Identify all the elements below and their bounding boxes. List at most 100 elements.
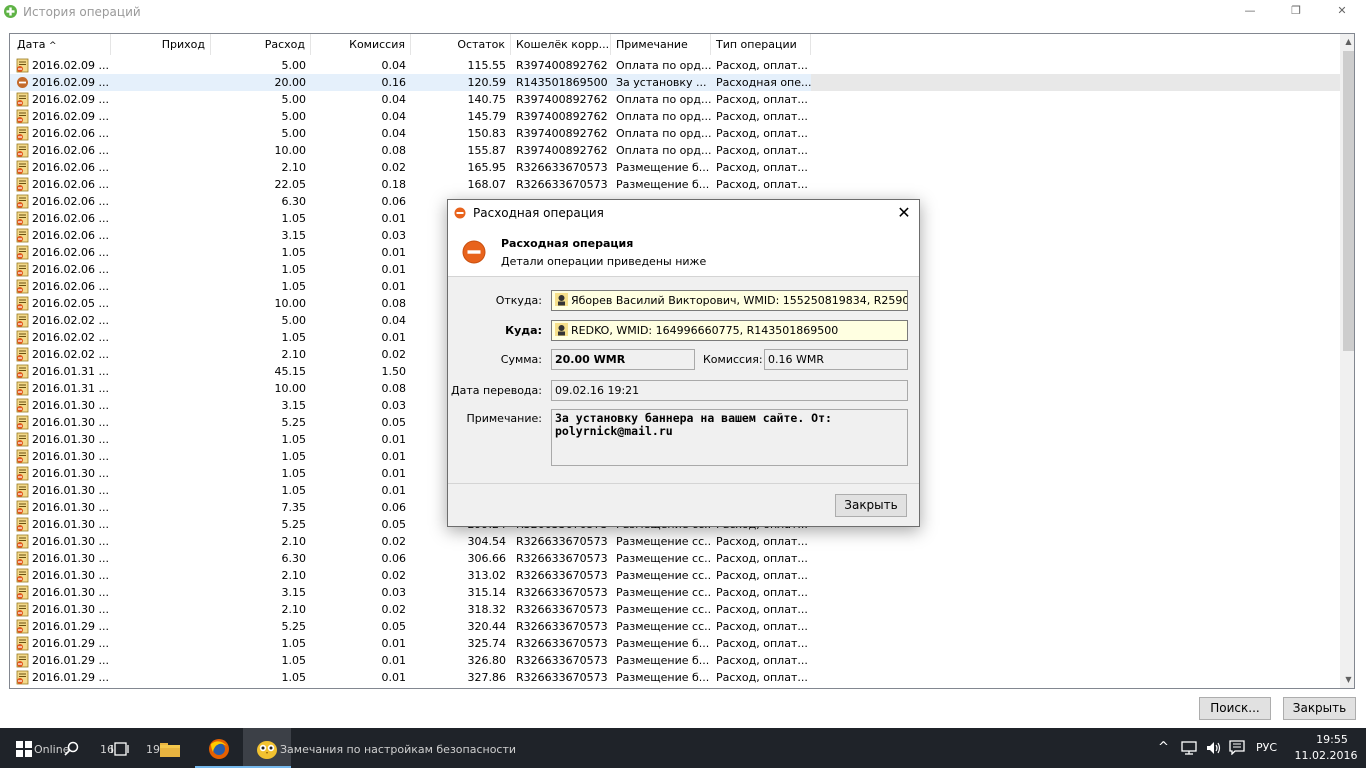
- cell-date: 2016.02.06 ...: [32, 195, 109, 208]
- cell-in: [111, 74, 211, 91]
- table-row[interactable]: 2016.01.30 ... 2.10 0.02 318.32 R32663367057…: [10, 601, 1340, 618]
- column-header-type[interactable]: Тип операции: [711, 34, 811, 55]
- volume-icon[interactable]: [1206, 741, 1222, 755]
- note-field[interactable]: За установку баннера на вашем сайте. От:…: [551, 409, 908, 466]
- cell-note: Оплата по орд...: [616, 127, 711, 140]
- cell-fee: 0.05: [381, 620, 407, 633]
- cell-note: Оплата по орд...: [616, 144, 711, 157]
- sum-field[interactable]: 20.00 WMR: [551, 349, 695, 370]
- column-header-balance[interactable]: Остаток: [411, 34, 511, 55]
- transfer-date-field[interactable]: 09.02.16 19:21: [551, 380, 908, 401]
- fee-field[interactable]: 0.16 WMR: [764, 349, 908, 370]
- cell-in: [111, 567, 211, 584]
- cell-type: Расход, оплат...: [716, 110, 808, 123]
- cell-type: Расход, оплат...: [716, 586, 808, 599]
- cell-purse: R326633670573: [516, 586, 608, 599]
- windows-logo-icon: [16, 740, 32, 757]
- cell-bal: 325.74: [467, 637, 507, 650]
- window-close-button[interactable]: ✕: [1319, 0, 1365, 24]
- cell-fee: 0.04: [381, 127, 407, 140]
- scroll-thumb[interactable]: [1343, 51, 1354, 351]
- table-row[interactable]: 2016.02.09 ... 5.00 0.04 115.55 R39740089276…: [10, 57, 1340, 74]
- table-row[interactable]: 2016.01.29 ... 1.05 0.01 327.86 R32663367057…: [10, 669, 1340, 686]
- cell-out: 3.15: [281, 229, 307, 242]
- cell-note: Размещение сс...: [616, 552, 711, 565]
- cell-fee: 0.03: [381, 229, 407, 242]
- cell-purse: R397400892762: [516, 110, 608, 123]
- table-row[interactable]: 2016.01.30 ... 2.10 0.02 313.02 R32663367057…: [10, 567, 1340, 584]
- table-row[interactable]: 2016.01.29 ... 5.25 0.05 320.44 R32663367057…: [10, 618, 1340, 635]
- action-center-icon[interactable]: [1229, 740, 1245, 755]
- cell-purse: R397400892762: [516, 127, 608, 140]
- column-header-expense[interactable]: Расход: [211, 34, 311, 55]
- vertical-scrollbar[interactable]: ▲ ▼: [1340, 34, 1354, 688]
- table-row[interactable]: 2016.01.29 ... 1.05 0.01 326.80 R32663367057…: [10, 652, 1340, 669]
- cell-date: 2016.02.06 ...: [32, 144, 109, 157]
- cell-type: Расход, оплат...: [716, 620, 808, 633]
- cell-in: [111, 516, 211, 533]
- table-row[interactable]: 2016.02.09 ... 5.00 0.04 140.75 R39740089276…: [10, 91, 1340, 108]
- cell-fee: 0.02: [381, 535, 407, 548]
- column-header-fee[interactable]: Комиссия: [311, 34, 411, 55]
- dialog-close-button[interactable]: Закрыть: [835, 494, 907, 517]
- dialog-close-icon[interactable]: ✕: [894, 203, 914, 223]
- scroll-up-arrow-icon[interactable]: ▲: [1341, 34, 1354, 50]
- task-view-button[interactable]: [96, 728, 144, 768]
- cell-date: 2016.02.06 ...: [32, 212, 109, 225]
- cell-note: Размещение б...: [616, 637, 710, 650]
- table-row-selected[interactable]: 2016.02.09 ... 20.00 0.16 120.59 R1435018695…: [10, 74, 1340, 91]
- cell-out: 20.00: [274, 76, 307, 89]
- table-row[interactable]: 2016.01.29 ... 1.05 0.01 325.74 R32663367057…: [10, 635, 1340, 652]
- cell-bal: 145.79: [467, 110, 507, 123]
- firefox-button[interactable]: [195, 728, 243, 768]
- close-button[interactable]: Закрыть: [1283, 697, 1356, 720]
- table-row[interactable]: 2016.02.06 ... 10.00 0.08 155.87 R3974008927…: [10, 142, 1340, 159]
- cell-date: 2016.02.06 ...: [32, 246, 109, 259]
- cell-in: [111, 193, 211, 210]
- from-label: Откуда:: [495, 294, 542, 307]
- cell-in: [111, 125, 211, 142]
- table-row[interactable]: 2016.02.06 ... 5.00 0.04 150.83 R39740089276…: [10, 125, 1340, 142]
- table-row[interactable]: 2016.02.06 ... 22.05 0.18 168.07 R3266336705…: [10, 176, 1340, 193]
- table-row[interactable]: 2016.01.30 ... 6.30 0.06 306.66 R32663367057…: [10, 550, 1340, 567]
- column-header-date[interactable]: Дата ^: [10, 34, 111, 55]
- cell-date: 2016.02.09 ...: [32, 59, 109, 72]
- cell-date: 2016.02.02 ...: [32, 331, 109, 344]
- from-field[interactable]: Яборев Василий Викторович, WMID: 1552508…: [551, 290, 908, 311]
- table-row[interactable]: 2016.01.30 ... 3.15 0.03 315.14 R32663367057…: [10, 584, 1340, 601]
- search-taskbar-button[interactable]: [48, 728, 96, 768]
- to-field[interactable]: REDKO, WMID: 164996660775, R143501869500: [551, 320, 908, 341]
- tray-chevron-up-icon[interactable]: ^: [1158, 740, 1169, 755]
- file-explorer-button[interactable]: [146, 728, 194, 768]
- cell-in: [111, 584, 211, 601]
- user-icon: [555, 293, 568, 306]
- table-row[interactable]: 2016.02.09 ... 5.00 0.04 145.79 R39740089276…: [10, 108, 1340, 125]
- scroll-down-arrow-icon[interactable]: ▼: [1341, 672, 1354, 688]
- cell-purse: R326633670573: [516, 535, 608, 548]
- table-row[interactable]: 2016.01.30 ... 2.10 0.02 304.54 R32663367057…: [10, 533, 1340, 550]
- cell-bal: 120.59: [467, 76, 507, 89]
- clock-time[interactable]: 19:55: [1300, 733, 1364, 746]
- table-row[interactable]: 2016.02.06 ... 2.10 0.02 165.95 R32663367057…: [10, 159, 1340, 176]
- cell-date: 2016.02.06 ...: [32, 229, 109, 242]
- column-header-note[interactable]: Примечание: [611, 34, 711, 55]
- cell-fee: 0.01: [381, 331, 407, 344]
- dialog-header-title: Расходная операция: [501, 237, 634, 250]
- maximize-button[interactable]: ❐: [1273, 0, 1319, 24]
- search-button[interactable]: Поиск...: [1199, 697, 1271, 720]
- cell-type: Расход, оплат...: [716, 654, 808, 667]
- cell-fee: 0.04: [381, 59, 407, 72]
- column-header-income[interactable]: Приход: [111, 34, 211, 55]
- input-language-indicator[interactable]: РУС: [1256, 741, 1277, 754]
- minimize-button[interactable]: —: [1227, 0, 1273, 24]
- cell-out: 5.00: [281, 127, 307, 140]
- cell-fee: 0.01: [381, 212, 407, 225]
- column-header-purse[interactable]: Кошелёк корр...: [511, 34, 611, 55]
- network-icon[interactable]: [1181, 741, 1197, 755]
- cell-date: 2016.02.06 ...: [32, 178, 109, 191]
- cell-out: 6.30: [281, 195, 307, 208]
- cell-fee: 0.01: [381, 263, 407, 276]
- cell-date: 2016.01.30 ...: [32, 518, 109, 531]
- cell-out: 5.00: [281, 93, 307, 106]
- clock-date[interactable]: 11.02.2016: [1294, 749, 1358, 762]
